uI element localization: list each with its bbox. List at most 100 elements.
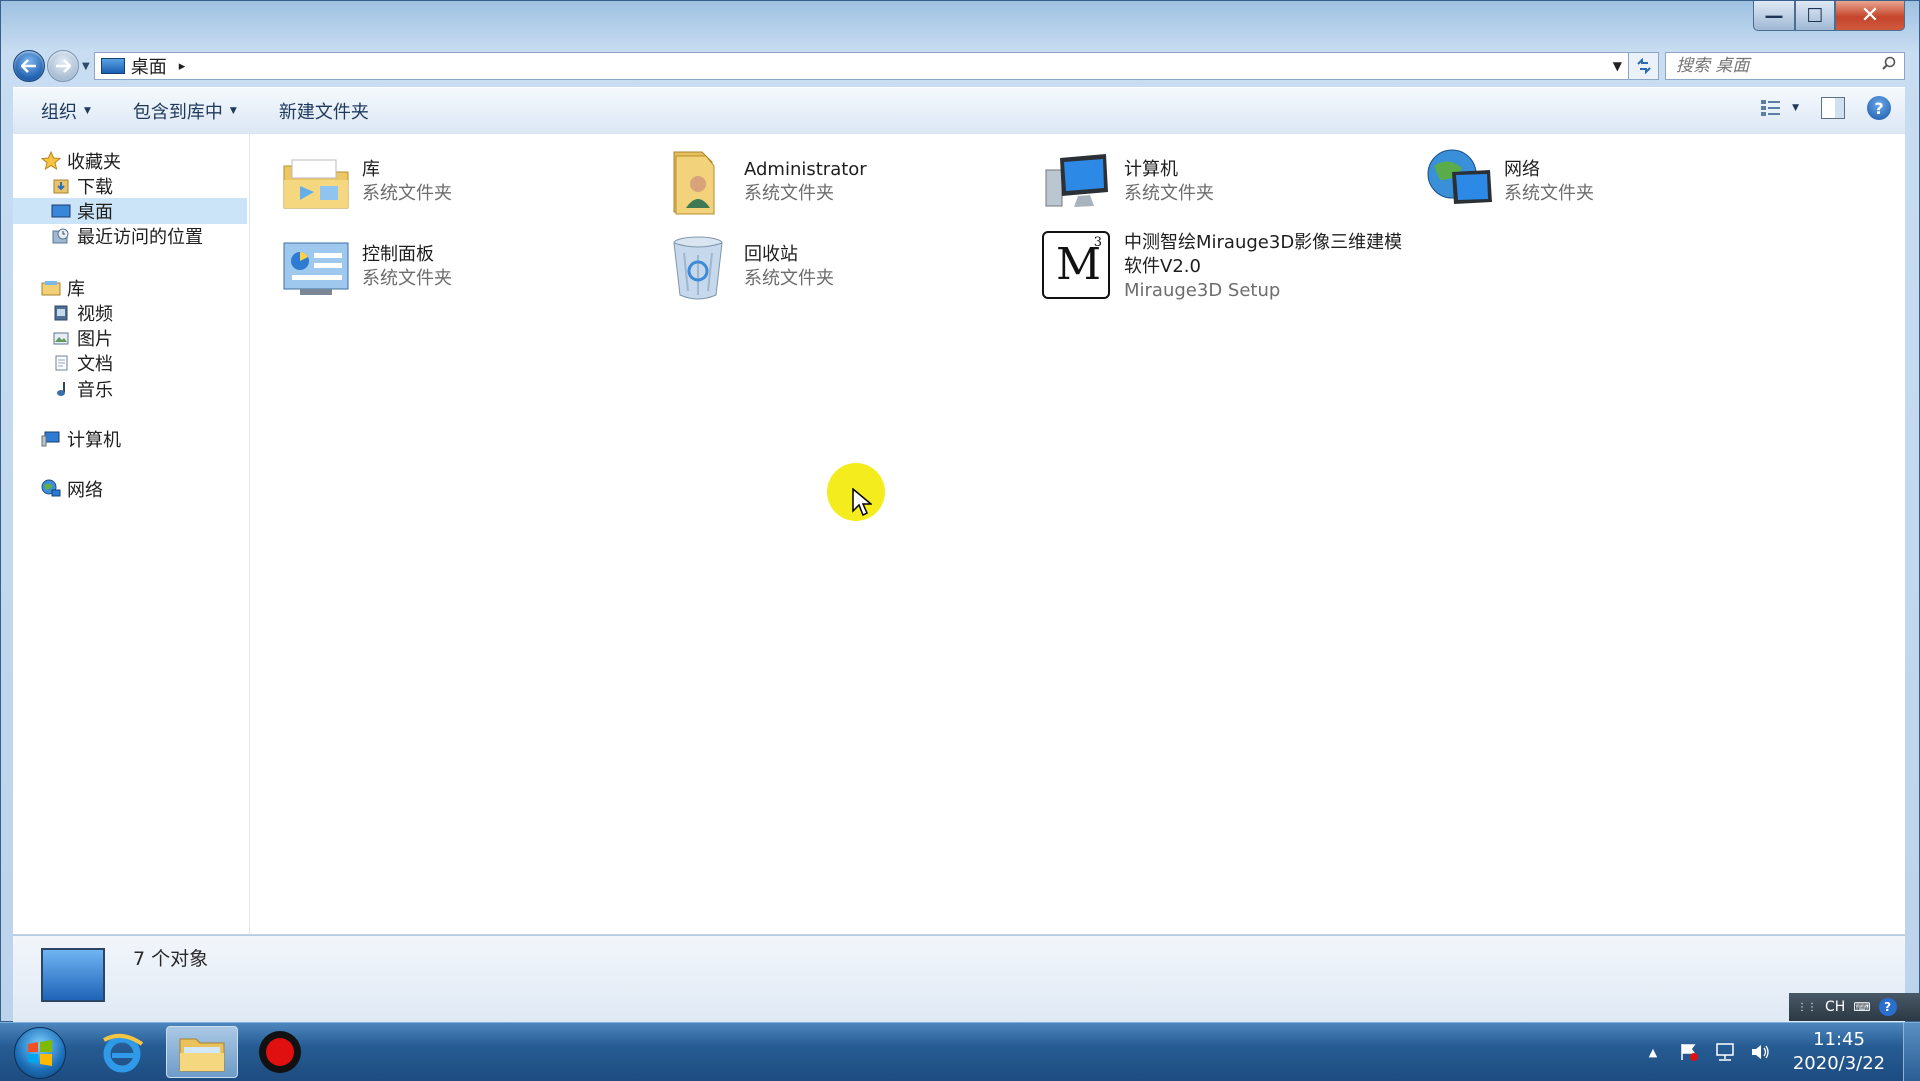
- sidebar-item-pictures[interactable]: 图片: [51, 325, 113, 351]
- language-bar[interactable]: ⋮⋮ CH ⌨ ?: [1789, 993, 1920, 1021]
- navigation-pane: 收藏夹 下载 桌面 最近访问的位置 库 视频 图片 文档 音乐 计算机 网络: [13, 134, 250, 934]
- downloads-folder-icon: [51, 176, 71, 196]
- help-button[interactable]: ?: [1867, 96, 1891, 120]
- explorer-window: — ☐ ✕ ▼ 桌面 ▸ ▼ 组织 ▼ 包含到库中 ▼ 新建文件夹: [0, 0, 1920, 1022]
- desktop-thumbnail: [41, 948, 105, 1002]
- library-icon: [41, 278, 61, 298]
- sidebar-label: 库: [67, 279, 85, 300]
- sidebar-item-videos[interactable]: 视频: [51, 300, 113, 326]
- show-desktop-button[interactable]: [1903, 1023, 1920, 1081]
- desktop-item-administrator[interactable]: Administrator 系统文件夹: [662, 146, 867, 218]
- sidebar-label: 网络: [67, 480, 103, 501]
- address-bar[interactable]: 桌面 ▸ ▼: [93, 52, 1629, 80]
- sidebar-label: 视频: [77, 304, 113, 325]
- recent-places-icon: [51, 226, 71, 246]
- item-type: 系统文件夹: [744, 183, 834, 204]
- item-type: 系统文件夹: [1124, 183, 1214, 204]
- network-status-icon[interactable]: [1713, 1042, 1737, 1062]
- change-view-button[interactable]: ▼: [1760, 97, 1799, 119]
- address-dropdown-icon[interactable]: ▼: [1613, 59, 1622, 73]
- search-box[interactable]: [1665, 52, 1905, 80]
- taskbar-screen-recorder[interactable]: [244, 1026, 316, 1078]
- breadcrumb-desktop[interactable]: 桌面: [131, 53, 167, 79]
- sidebar-item-libraries[interactable]: 库: [41, 275, 85, 301]
- sidebar-item-documents[interactable]: 文档: [51, 350, 113, 376]
- desktop-item-control-panel[interactable]: 控制面板 系统文件夹: [280, 231, 452, 303]
- sidebar-item-recent[interactable]: 最近访问的位置: [51, 223, 203, 249]
- taskbar: ▲ 11:45 2020/3/22: [0, 1022, 1920, 1081]
- desktop-icon: [51, 201, 71, 221]
- item-type: 系统文件夹: [362, 183, 452, 204]
- desktop-item-recycle-bin[interactable]: 回收站 系统文件夹: [662, 231, 834, 303]
- language-help-icon[interactable]: ?: [1878, 998, 1897, 1016]
- sidebar-item-music[interactable]: 音乐: [51, 376, 113, 402]
- sidebar-item-favorites[interactable]: 收藏夹: [41, 148, 121, 174]
- file-view: 库 系统文件夹 Administrator 系统文件夹 计算机 系统文件夹 网络…: [250, 134, 1905, 934]
- sidebar-item-downloads[interactable]: 下载: [51, 173, 113, 199]
- network-icon: [1427, 149, 1492, 204]
- item-type: 系统文件夹: [1504, 183, 1594, 204]
- taskbar-internet-explorer[interactable]: [86, 1026, 158, 1078]
- sidebar-label: 计算机: [67, 430, 121, 451]
- refresh-button[interactable]: [1629, 52, 1659, 80]
- show-hidden-icons-button[interactable]: ▲: [1641, 1042, 1665, 1062]
- system-tray: ▲ 11:45 2020/3/22: [1641, 1023, 1920, 1081]
- recycle-bin-icon: [673, 236, 723, 300]
- music-icon: [51, 379, 71, 399]
- item-type: 系统文件夹: [362, 268, 452, 289]
- desktop-item-mirauge3d-setup[interactable]: M 3 中测智绘Mirauge3D影像三维建模 软件V2.0 Mirauge3D…: [1042, 231, 1402, 303]
- chevron-down-icon: ▼: [229, 106, 237, 116]
- action-center-flag-icon[interactable]: [1677, 1042, 1701, 1062]
- item-name: Administrator: [744, 159, 867, 180]
- view-controls: ▼ ?: [1760, 96, 1891, 120]
- pictures-icon: [51, 328, 71, 348]
- recent-pages-dropdown[interactable]: ▼: [82, 61, 90, 72]
- sidebar-item-computer[interactable]: 计算机: [41, 426, 121, 452]
- sidebar-label: 图片: [77, 329, 113, 350]
- back-button[interactable]: [13, 50, 45, 82]
- new-folder-button[interactable]: 新建文件夹: [279, 98, 369, 124]
- item-name: 网络: [1504, 159, 1540, 180]
- volume-icon[interactable]: [1749, 1042, 1773, 1062]
- search-input[interactable]: [1674, 55, 1878, 77]
- minimize-button[interactable]: —: [1753, 1, 1795, 31]
- clock[interactable]: 11:45 2020/3/22: [1785, 1028, 1893, 1076]
- sidebar-item-desktop[interactable]: 桌面: [13, 198, 247, 224]
- mirauge3d-app-icon: M 3: [1042, 231, 1110, 299]
- taskbar-windows-explorer[interactable]: [166, 1026, 238, 1078]
- star-icon: [41, 151, 61, 171]
- search-icon[interactable]: [1882, 56, 1896, 70]
- start-button[interactable]: [14, 1027, 66, 1079]
- refresh-icon: [1636, 58, 1651, 74]
- close-button[interactable]: ✕: [1835, 1, 1905, 31]
- preview-pane-button[interactable]: [1821, 97, 1845, 119]
- desktop-item-computer[interactable]: 计算机 系统文件夹: [1042, 146, 1214, 218]
- maximize-button[interactable]: ☐: [1795, 1, 1835, 31]
- include-library-label: 包含到库中: [132, 102, 223, 123]
- sidebar-label: 下载: [77, 177, 113, 198]
- computer-icon: [41, 429, 61, 449]
- library-folder-icon: [283, 159, 349, 209]
- breadcrumb-arrow-icon[interactable]: ▸: [179, 59, 186, 74]
- window-controls: — ☐ ✕: [1753, 1, 1905, 31]
- language-indicator[interactable]: CH: [1825, 999, 1845, 1015]
- organize-menu[interactable]: 组织 ▼: [41, 98, 91, 124]
- clock-time: 11:45: [1813, 1029, 1865, 1050]
- documents-icon: [51, 353, 71, 373]
- chevron-down-icon: ▼: [1792, 103, 1799, 113]
- item-name-line2: 软件V2.0: [1124, 256, 1201, 277]
- sidebar-label: 桌面: [77, 202, 113, 223]
- forward-button[interactable]: [47, 50, 79, 82]
- control-panel-icon: [283, 242, 349, 295]
- desktop-item-network[interactable]: 网络 系统文件夹: [1422, 146, 1594, 218]
- include-in-library-menu[interactable]: 包含到库中 ▼: [133, 98, 237, 124]
- desktop-item-libraries[interactable]: 库 系统文件夹: [280, 146, 452, 218]
- user-folder-icon: [673, 151, 715, 215]
- item-type: Mirauge3D Setup: [1124, 280, 1281, 301]
- keyboard-icon[interactable]: ⌨: [1853, 1000, 1870, 1014]
- item-name: 库: [362, 159, 380, 180]
- item-name-line1: 中测智绘Mirauge3D影像三维建模: [1124, 232, 1403, 253]
- sidebar-item-network[interactable]: 网络: [41, 476, 103, 502]
- chevron-down-icon: ▼: [84, 106, 91, 116]
- address-row: ▼ 桌面 ▸ ▼: [13, 49, 1905, 83]
